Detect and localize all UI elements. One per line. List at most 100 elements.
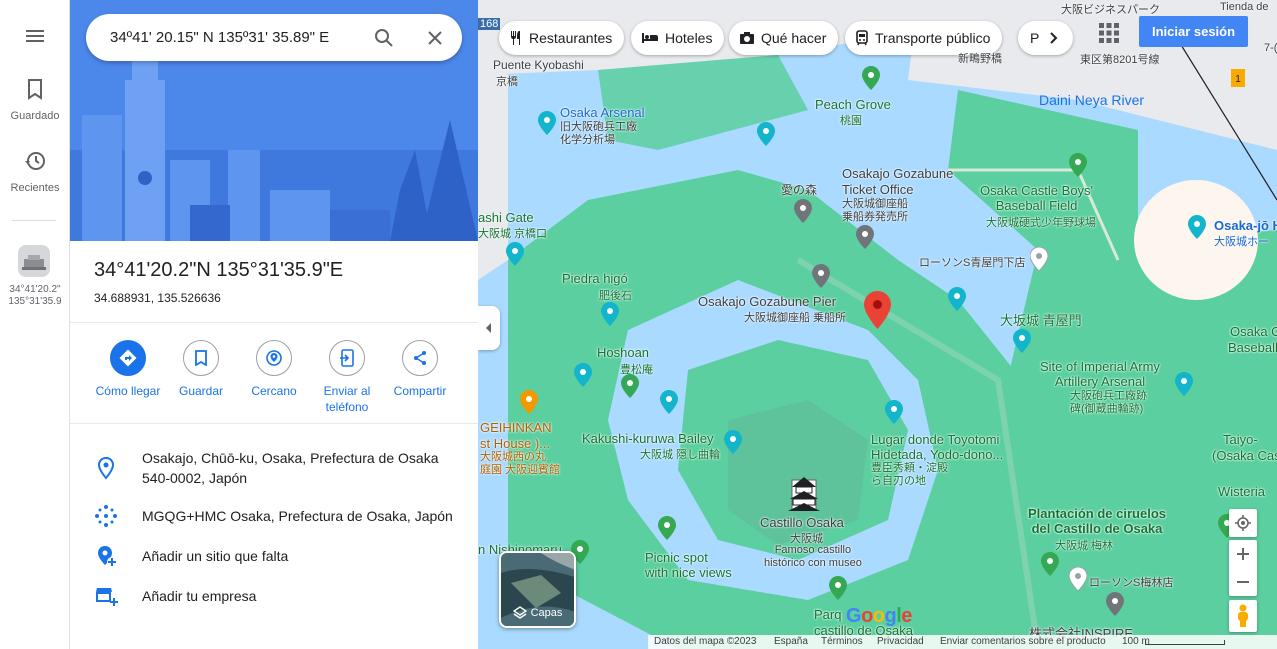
selected-location-pin[interactable] (864, 291, 891, 329)
map-label-seven: 7-( (1264, 42, 1277, 54)
saved-button[interactable]: Guardado (0, 78, 70, 122)
zoom-out-icon[interactable] (1236, 575, 1250, 589)
map-label-hoshoan[interactable]: Hoshoan (597, 345, 649, 360)
park-pin-icon[interactable] (724, 430, 742, 454)
address-text: Osakajo, Chūō-ku, Osaka, Prefectura de O… (142, 450, 439, 486)
map-label-peach-grove[interactable]: Peach Grove (815, 97, 891, 112)
recent-item-thumbnail[interactable] (18, 245, 50, 277)
map-label-gozabune-pier[interactable]: Osakajo Gozabune Pier (698, 294, 836, 309)
chip-hotels[interactable]: Hoteles (631, 21, 725, 55)
map-label-ai-no-mori[interactable]: 愛の森 (781, 181, 817, 198)
tree-pin-icon[interactable] (1041, 552, 1059, 576)
send-to-phone-icon (340, 349, 354, 367)
map-label-aoyamon[interactable]: 大坂城 青屋門 (1000, 310, 1082, 329)
map-label-castillo-osaka[interactable]: Castillo Osaka (760, 515, 844, 530)
park-pin-icon[interactable] (660, 390, 678, 414)
map-canvas[interactable]: Restaurantes Hoteles Qué hacer Transport… (478, 0, 1277, 649)
map-label-piedra-higo[interactable]: Piedra higó (562, 271, 628, 286)
map-label-baseball-r: Baseball (1228, 340, 1277, 355)
place-pin-icon[interactable] (856, 225, 874, 249)
place-pin-icon[interactable] (794, 199, 812, 223)
park-pin-icon[interactable] (601, 302, 619, 326)
map-label-arsenal-site[interactable]: Site of Imperial Army Artillery Arsenal (1040, 359, 1160, 389)
map-label-lawson-aoyamon[interactable]: ローソンS青屋門下店 (919, 254, 1025, 270)
save-button[interactable]: Guardar (159, 340, 243, 399)
zoom-in-icon[interactable] (1236, 547, 1250, 561)
map-label-geihinkan-ja: 大阪城西の丸 庭園 大阪迎賓館 (480, 451, 561, 476)
collapse-panel-button[interactable] (478, 306, 500, 350)
bookmark-icon (195, 350, 207, 366)
shop-pin-icon[interactable] (1030, 247, 1048, 271)
country-link[interactable]: España (774, 636, 808, 647)
park-pin-icon[interactable] (948, 287, 966, 311)
map-label-baseball-field[interactable]: Osaka Castle Boys' Baseball Field (980, 183, 1093, 213)
saved-label: Guardado (10, 110, 60, 122)
feedback-link[interactable]: Enviar comentarios sobre el producto (940, 636, 1106, 647)
park-pin-icon[interactable] (574, 363, 592, 387)
park-pin-icon[interactable] (885, 400, 903, 424)
map-data-credit[interactable]: Datos del mapa ©2023 (654, 636, 756, 647)
zoom-controls (1229, 540, 1257, 596)
restaurant-pin-icon[interactable] (520, 390, 538, 414)
recent-item-label[interactable]: 34°41'20.2" 135°31'35.9 (0, 284, 70, 308)
map-label-piedra-higo-ja: 肥後石 (599, 290, 632, 302)
privacy-link[interactable]: Privacidad (877, 636, 924, 647)
search-input[interactable] (108, 14, 368, 61)
map-label-picnic-spot[interactable]: Picnic spot with nice views (645, 550, 732, 580)
music-pin-icon[interactable] (1188, 215, 1206, 239)
add-business-icon (96, 588, 118, 606)
chip-things-to-do[interactable]: Qué hacer (729, 21, 839, 55)
menu-button[interactable] (0, 26, 70, 46)
close-icon[interactable] (423, 26, 447, 50)
map-label-peach-grove-ja: 桃園 (840, 115, 862, 127)
directions-button[interactable]: Cómo llegar (86, 340, 170, 399)
map-label-osaka-arsenal[interactable]: Osaka Arsenal (560, 105, 645, 120)
search-icon[interactable] (372, 26, 396, 50)
park-pin-icon[interactable] (1175, 372, 1193, 396)
street-view-pegman[interactable] (1229, 600, 1257, 632)
map-label-guest-house: st House )... (480, 436, 551, 451)
shop-pin-icon[interactable] (1069, 567, 1087, 591)
chip-restaurants[interactable]: Restaurantes (499, 21, 625, 55)
map-label-kakushi[interactable]: Kakushi-kuruwa Bailey (582, 431, 714, 446)
map-label-osaka-jo-hall[interactable]: Osaka-jō H (1214, 218, 1277, 233)
park-pin-icon[interactable] (506, 242, 524, 266)
map-label-tienda: Tienda de (1220, 1, 1269, 13)
castle-icon[interactable] (788, 475, 820, 515)
map-label-plum-grove-ja: 大阪城 梅林 (1055, 540, 1114, 552)
tree-pin-icon[interactable] (621, 374, 639, 398)
apps-grid-icon[interactable] (1098, 22, 1120, 44)
map-label-gozabune-ticket-ja: 大阪城御座船 乗船券発売所 (842, 198, 908, 223)
tree-pin-icon[interactable] (1069, 153, 1087, 177)
layers-button[interactable]: Capas (499, 551, 576, 628)
map-label-kyobashi-gate[interactable]: ashi Gate (478, 210, 534, 225)
tree-pin-icon[interactable] (829, 576, 847, 600)
terms-link[interactable]: Términos (821, 636, 863, 647)
map-label-kyobashi-gate-ja: 大阪城 京橋口 (478, 228, 548, 240)
map-label-gozabune-ticket[interactable]: Osakajo Gozabune Ticket Office (842, 166, 953, 198)
map-label-puente-kyobashi[interactable]: Puente Kyobashi (493, 58, 584, 72)
my-location-button[interactable] (1229, 509, 1257, 537)
tree-pin-icon[interactable] (862, 66, 880, 90)
map-label-geihinkan[interactable]: GEIHINKAN (480, 420, 552, 435)
chip-more[interactable]: P (1018, 21, 1073, 55)
send-to-phone-button[interactable]: Enviar al teléfono (305, 340, 389, 415)
map-label-kakushi-ja: 大阪城 隠し曲輪 (640, 449, 721, 461)
park-pin-icon[interactable] (757, 122, 775, 146)
park-pin-icon[interactable] (1013, 329, 1031, 353)
map-label-lawson-bairin[interactable]: ローソンS梅林店 (1089, 574, 1173, 590)
map-label-toyotomi[interactable]: Lugar donde Toyotomi Hidetada, Yodo-dono… (871, 432, 1003, 462)
chevron-right-icon[interactable] (1049, 32, 1059, 44)
place-pin-icon[interactable] (812, 264, 830, 288)
park-pin-icon[interactable] (538, 111, 556, 135)
rail-divider (12, 220, 56, 221)
sign-in-button[interactable]: Iniciar sesión (1139, 16, 1248, 47)
nearby-button[interactable]: Cercano (232, 340, 316, 399)
map-label-toyotomi-ja: 豊臣秀頼・淀殿 ら自刃の地 (871, 462, 948, 487)
place-pin-icon[interactable] (1106, 592, 1124, 616)
map-label-plum-grove[interactable]: Plantación de ciruelos del Castillo de O… (1028, 506, 1166, 536)
scale-bar[interactable] (1145, 640, 1225, 645)
share-button[interactable]: Compartir (378, 340, 462, 399)
recent-button[interactable]: Recientes (0, 150, 70, 194)
tree-pin-icon[interactable] (658, 516, 676, 540)
